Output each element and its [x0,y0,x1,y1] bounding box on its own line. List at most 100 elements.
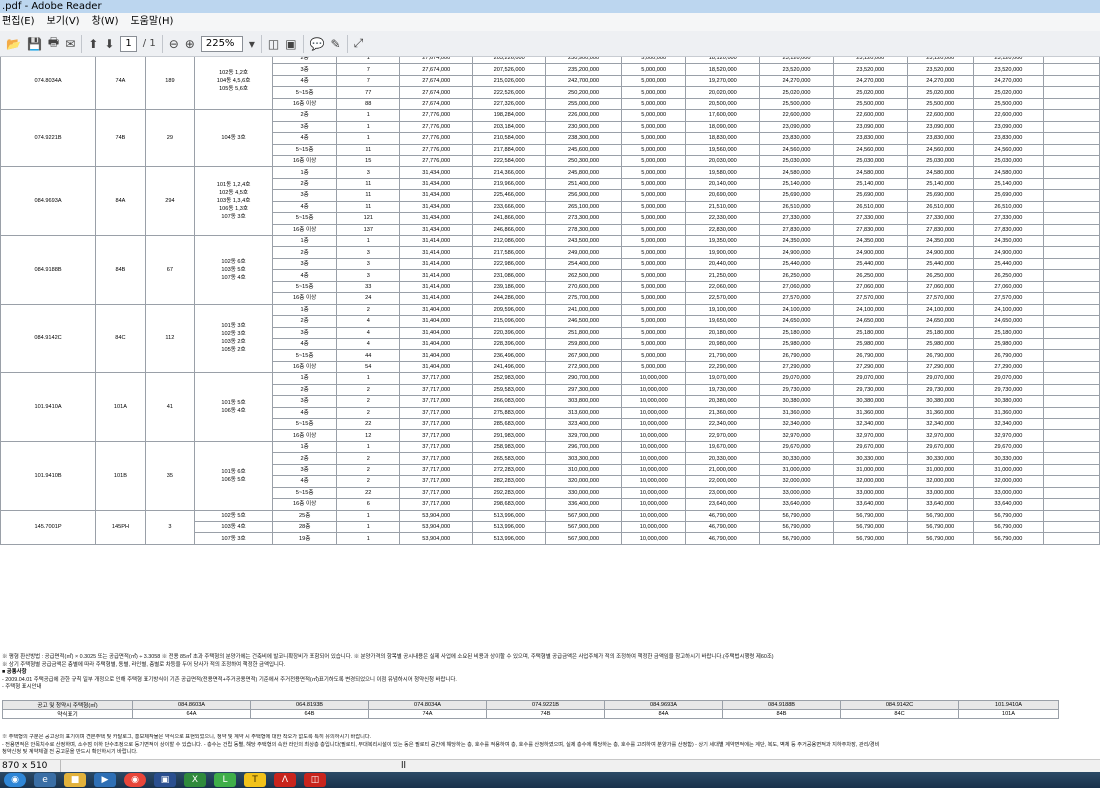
acrobat-icon[interactable]: Λ [274,773,296,787]
table-cell: 5~15층 [272,349,338,362]
table-cell: 198,284,000 [472,109,547,122]
table-cell: 25,030,000 [759,154,834,168]
excel-icon[interactable]: X [184,773,206,787]
table-cell: 37,717,000 [399,475,474,488]
start-button-icon[interactable]: ◉ [4,773,26,787]
acrobat-doc-icon[interactable]: ◫ [304,773,326,787]
kakaotalk-icon[interactable]: T [244,773,266,787]
table-cell: 74B [486,709,605,719]
fit-width-icon[interactable]: ◫ [268,35,279,53]
table-cell: 320,000,000 [545,475,622,488]
table-cell: 23,830,000 [759,132,834,145]
table-cell: 32,340,000 [906,417,974,431]
note-line: - 주택형 표시안내 [2,684,42,690]
table-cell: 24,580,000 [972,166,1044,179]
table-cell: 33,000,000 [906,486,974,500]
email-icon[interactable]: ✉ [65,35,75,53]
table-cell: 251,800,000 [545,326,622,339]
note-line: 청약신청 및 계약체결 전 공고문을 반드시 확인하시기 바랍니다. [2,749,138,755]
table-cell: 10,000,000 [620,509,687,522]
table-cell: 24,560,000 [759,143,834,156]
table-cell: 258,983,000 [472,440,547,454]
table-cell: 23,090,000 [832,120,908,134]
table-cell: 2 [336,475,401,488]
previous-page-icon[interactable]: ⬆ [88,35,98,53]
table-cell [1042,86,1100,99]
table-cell: 22,600,000 [972,109,1044,122]
table-cell: 33,000,000 [759,486,834,500]
table-cell: 77 [336,86,401,99]
table-cell: 2 [336,383,401,397]
table-cell: 25,140,000 [759,177,834,191]
media-icon[interactable]: ▶ [94,773,116,787]
table-cell: 21,360,000 [685,406,761,420]
table-cell: 16층 이상 [272,97,338,111]
table-cell: 10,000,000 [620,463,687,477]
table-cell: 3층 [272,120,338,134]
table-cell: 27,570,000 [906,292,974,305]
table-cell: 5,000,000 [620,74,687,88]
table-cell: 22,600,000 [832,109,908,122]
table-cell: 31,434,000 [399,223,474,237]
table-cell: 1층 [272,372,338,385]
table-cell: 222,526,000 [472,86,547,99]
table-cell: 5,000,000 [620,303,687,317]
print-icon[interactable]: 🖶 [48,35,59,53]
chrome-icon[interactable]: ◉ [124,773,146,787]
table-cell: 37,717,000 [399,372,474,385]
table-cell: 74A [368,709,487,719]
document-view[interactable]: 074.8034A 74A 189 102동 1,2호 104동 4,5,6호 105… [0,57,1100,759]
table-cell: 112 [144,303,195,374]
menu-item[interactable]: 도움말(H) [130,13,173,31]
page-number-input[interactable]: 1 [120,35,137,52]
expand-icon[interactable]: ⤢ [354,35,364,53]
table-cell: 30,330,000 [832,452,908,465]
table-cell: 3층 [272,463,338,477]
table-cell: 230,900,000 [545,57,622,65]
table-cell: 245,600,000 [545,143,622,156]
table-cell [1042,486,1100,500]
save-icon[interactable]: 💾 [27,35,42,53]
table-cell: 219,966,000 [472,177,547,191]
zoom-out-icon[interactable]: ⊖ [169,35,179,53]
table-cell: 228,396,000 [472,337,547,351]
comment-icon[interactable]: 💬 [310,35,325,53]
fit-page-icon[interactable]: ▣ [285,35,296,53]
table-cell: 84C [840,709,959,719]
table-cell: 074.8034A [368,700,487,710]
table-cell: 203,184,000 [472,120,547,134]
table-cell [1042,212,1100,225]
line-icon[interactable]: L [214,773,236,787]
table-cell: 20,140,000 [685,177,761,191]
app-icon[interactable]: ▣ [154,773,176,787]
table-cell: 31,000,000 [906,463,974,477]
zoom-level-input[interactable]: 225% [200,35,243,52]
folder-icon[interactable]: 📂 [6,35,21,53]
table-cell: 273,300,000 [545,212,622,225]
table-cell: 25,980,000 [906,337,974,351]
zoom-dropdown-icon[interactable]: ▾ [249,35,255,53]
menu-item[interactable]: 창(W) [92,13,119,31]
table-cell: 31,404,000 [399,326,474,339]
table-cell: 259,800,000 [545,337,622,351]
table-cell [1042,440,1100,454]
menu-item[interactable]: 편집(E) [2,13,35,31]
sign-icon[interactable]: ✎ [331,35,341,53]
table-cell: 24,100,000 [759,303,834,317]
table-cell: 3 [144,509,195,545]
table-cell: 31,000,000 [972,463,1044,477]
next-page-icon[interactable]: ⬇ [104,35,114,53]
ie-icon[interactable]: e [34,773,56,787]
folder-icon[interactable]: ■ [64,773,86,787]
table-cell: 56,790,000 [832,509,908,522]
table-cell [1042,97,1100,111]
table-cell: 5,000,000 [620,143,687,156]
zoom-in-icon[interactable]: ⊕ [185,35,195,53]
menu-item[interactable]: 보기(V) [47,13,80,31]
horizontal-scrollbar[interactable]: ll [60,760,1100,772]
table-cell: 53,904,000 [399,520,474,534]
scroll-thumb-label[interactable]: ll [401,760,406,772]
table-cell: 33,640,000 [832,498,908,511]
table-cell: 1 [336,120,401,134]
table-cell: 64A [132,709,251,719]
